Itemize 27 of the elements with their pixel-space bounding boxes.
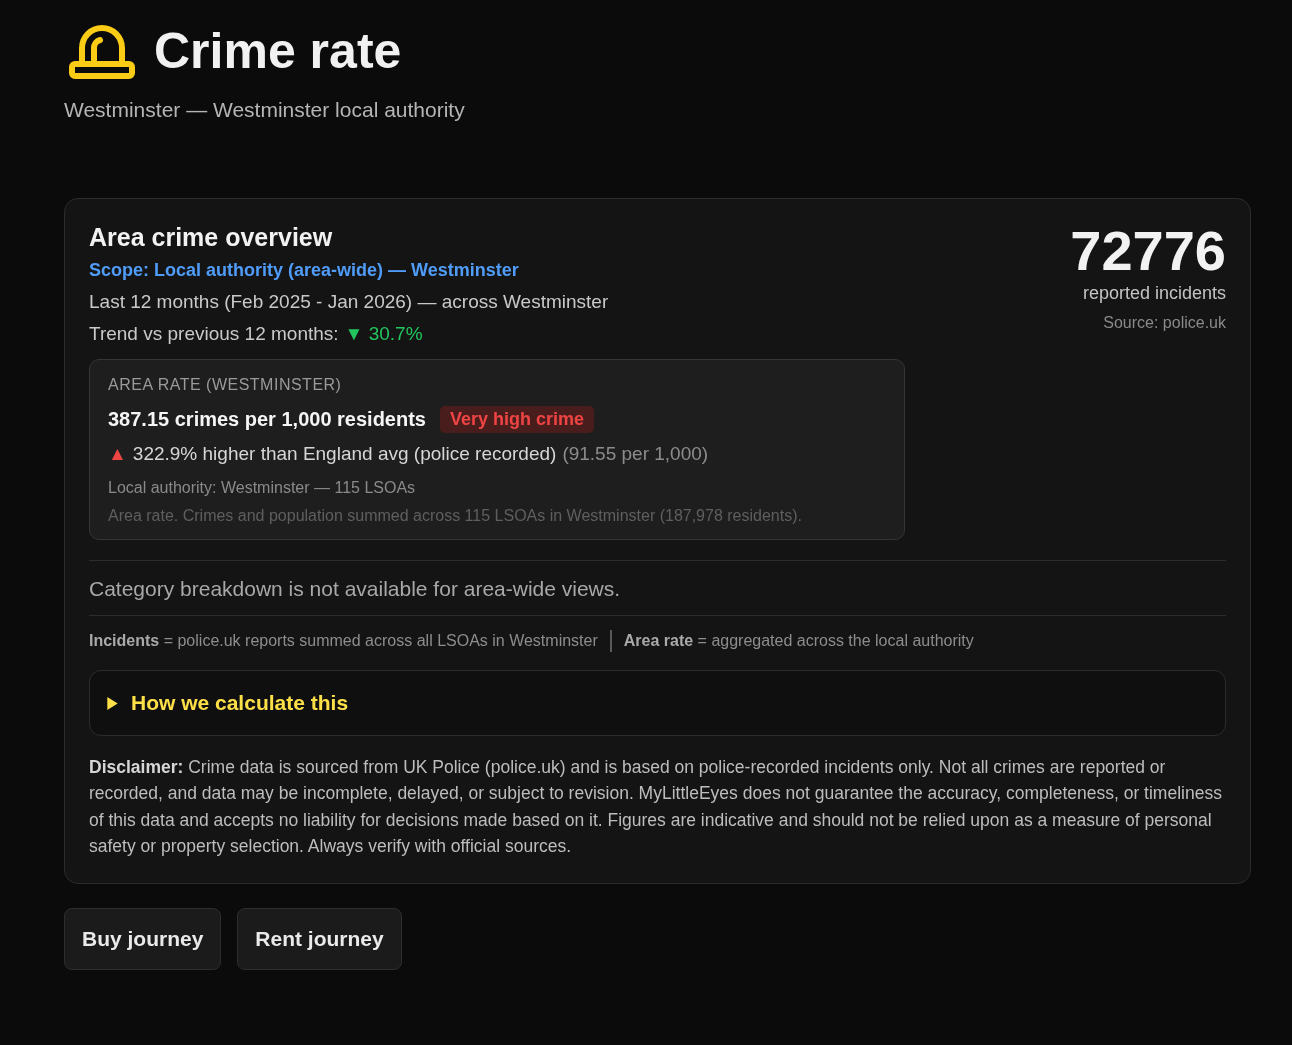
source-text: Source: police.uk	[1102, 314, 1226, 332]
rate-heading: AREA RATE (WESTMINSTER)	[108, 376, 343, 394]
incident-count: 72776	[1070, 223, 1226, 279]
comparison-arrow: ▲	[108, 443, 127, 465]
count-label: reported incidents	[1081, 283, 1226, 304]
comparison-text: 322.9% higher than England avg (police recorded)	[132, 443, 557, 465]
siren-icon	[68, 22, 136, 80]
rate-note: Area rate. Crimes and population summed across 115 LSOAs in Westminster (187,978 residents).	[108, 507, 803, 525]
page-title: Crime rate	[154, 22, 402, 80]
disclaimer-text: Disclaimer: Crime data is sourced from UK Police (police.uk) and is based on police-recorded incidents only. Not all crimes are reported or recorded, and data may be incomplete, delayed, or subject to revision. MyLittleEyes does not guarantee the accuracy, completeness, or timeliness of this data and accepts no liability for decisions made based on it. Figures are indicative and should not be relied upon as a measure of personal safety or property selection. Always verify with official sources.	[89, 756, 1223, 858]
trend-value: ▼ 30.7%	[344, 323, 423, 345]
rate-value: 387.15 crimes per 1,000 residents	[108, 408, 426, 431]
journey-button[interactable]: Rent journey	[237, 908, 402, 970]
period-text: Last 12 months (Feb 2025 - Jan 2026) — across Westminster	[89, 291, 609, 313]
calculation-disclosure[interactable]: How we calculate this	[89, 670, 1226, 736]
page-subtitle: Westminster — Westminster local authority	[64, 98, 466, 122]
disclosure-triangle-icon	[106, 696, 119, 710]
legend-text: Area rate = aggregated across the local authority	[623, 632, 974, 650]
rating-badge: Very high crime	[440, 406, 595, 433]
scope-text: Scope: Local authority (area-wide) — Westminster	[89, 260, 520, 281]
journey-button[interactable]: Buy journey	[64, 908, 222, 970]
comparison-detail: (91.55 per 1,000)	[562, 443, 709, 465]
authority-text: Local authority: Westminster — 115 LSOAs	[108, 479, 417, 497]
trend-label: Trend vs previous 12 months:	[89, 323, 339, 345]
category-note: Category breakdown is not available for area-wide views.	[89, 576, 622, 602]
legend-text: Incidents = police.uk reports summed across all LSOAs in Westminster	[89, 632, 598, 650]
card-title: Area crime overview	[89, 223, 334, 252]
